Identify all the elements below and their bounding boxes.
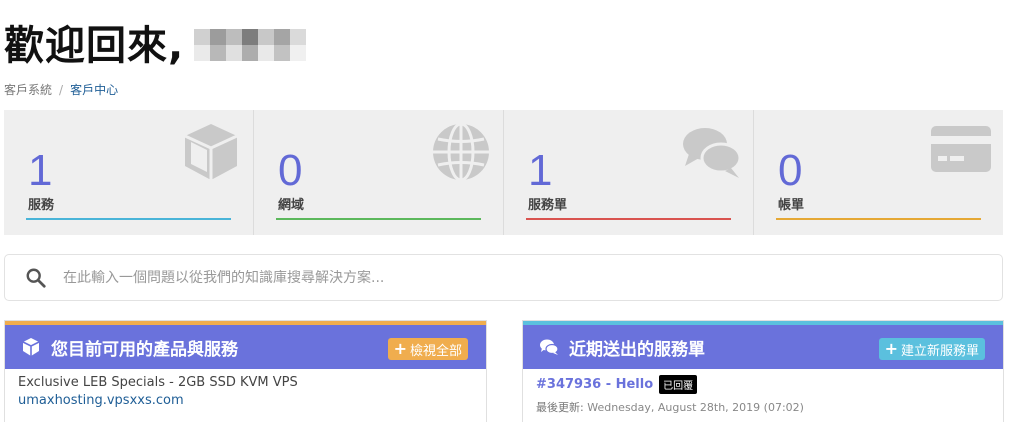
tile-label: 帳單 — [778, 198, 805, 213]
tile-underline — [776, 218, 981, 220]
tile-label: 服務 — [28, 198, 55, 213]
tile-count: 0 — [278, 146, 303, 195]
status-badge: 已回覆 — [659, 375, 698, 394]
product-domain[interactable]: umaxhosting.vpsxxs.com — [18, 393, 473, 408]
view-all-button[interactable]: + 檢視全部 — [387, 338, 468, 360]
list-item[interactable]: Exclusive LEB Specials - 2GB SSD KVM VPS… — [5, 369, 486, 414]
plus-icon: + — [393, 339, 407, 358]
search-input[interactable] — [63, 269, 963, 286]
redacted-username — [194, 29, 307, 61]
view-all-label: 檢視全部 — [409, 343, 462, 359]
breadcrumb-separator: / — [59, 82, 64, 97]
product-name: Exclusive LEB Specials - 2GB SSD KVM VPS — [18, 375, 298, 390]
cube-icon — [22, 338, 40, 356]
panel-title: 您目前可用的產品與服務 — [51, 339, 238, 360]
tile-count: 1 — [28, 146, 53, 195]
list-item[interactable]: #347936 - Hello 已回覆 最後更新: Wednesday, Aug… — [523, 369, 1003, 421]
new-ticket-button[interactable]: + 建立新服務單 — [878, 338, 985, 360]
tile-domains[interactable]: 0 網域 — [254, 110, 504, 235]
cube-icon — [184, 124, 238, 180]
breadcrumb-item-client-system[interactable]: 客戶系統 — [4, 81, 52, 98]
tile-underline — [526, 218, 731, 220]
panel-header: 近期送出的服務單 + 建立新服務單 — [523, 325, 1003, 369]
last-updated-value: Wednesday, August 28th, 2019 (07:02) — [587, 401, 804, 414]
tile-count: 0 — [778, 146, 803, 195]
panel-title: 近期送出的服務單 — [569, 339, 705, 360]
tile-underline — [276, 218, 481, 220]
panel-header: 您目前可用的產品與服務 + 檢視全部 — [5, 325, 486, 369]
tile-count: 1 — [528, 146, 553, 195]
ticket-last-updated: 最後更新: Wednesday, August 28th, 2019 (07:0… — [536, 399, 990, 415]
ticket-link[interactable]: #347936 - Hello — [536, 377, 653, 392]
breadcrumb-item-client-area: 客戶中心 — [70, 83, 119, 97]
tickets-panel: 近期送出的服務單 + 建立新服務單 #347936 - Hello 已回覆 最後… — [522, 320, 1004, 422]
last-updated-label: 最後更新: — [536, 401, 584, 414]
globe-icon — [433, 122, 489, 182]
new-ticket-label: 建立新服務單 — [900, 343, 979, 359]
breadcrumb: 客戶系統 / 客戶中心 — [4, 81, 118, 98]
comments-icon — [683, 128, 742, 178]
search-icon — [26, 268, 46, 288]
plus-icon: + — [884, 339, 898, 358]
tile-invoices[interactable]: 0 帳單 — [754, 110, 1003, 235]
ticket-title-line: #347936 - Hello 已回覆 — [536, 375, 990, 394]
tile-services[interactable]: 1 服務 — [4, 110, 254, 235]
products-panel: 您目前可用的產品與服務 + 檢視全部 Exclusive LEB Special… — [4, 320, 487, 422]
tile-label: 服務單 — [528, 198, 568, 213]
credit-card-icon — [931, 126, 991, 172]
comments-icon — [540, 339, 559, 355]
welcome-header: 歡迎回來, — [4, 14, 307, 70]
tile-tickets[interactable]: 1 服務單 — [504, 110, 754, 235]
tile-underline — [26, 218, 231, 220]
stats-tiles: 1 服務 0 網域 1 服務單 0 帳單 — [4, 110, 1003, 235]
knowledgebase-search — [4, 254, 1003, 301]
tile-label: 網域 — [278, 198, 305, 213]
page-title: 歡迎回來, — [4, 23, 185, 69]
